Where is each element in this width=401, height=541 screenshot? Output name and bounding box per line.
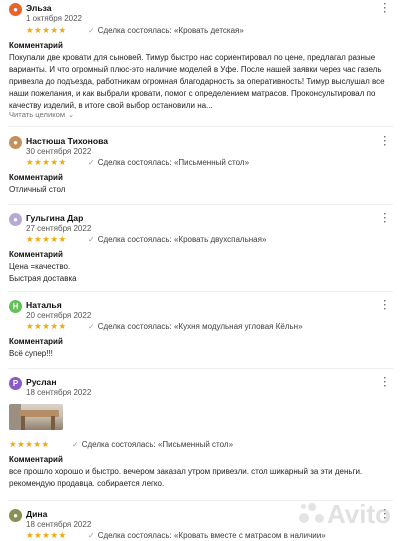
comment-heading: Комментарий <box>9 173 63 182</box>
more-options-icon[interactable]: · · · <box>383 374 387 392</box>
avatar[interactable]: Н <box>9 300 22 313</box>
reviewer-name[interactable]: Руслан <box>26 377 57 387</box>
comment-line: Цена =качество. <box>9 262 71 271</box>
rating-stars: ★★★★★ <box>26 321 67 331</box>
divider <box>8 291 393 292</box>
deal-item: «Кухня модульная угловая Кёльн» <box>173 322 303 331</box>
check-icon: ✓ <box>72 440 79 449</box>
deal-status: ✓ Сделка состоялась: «Письменный стол» <box>88 158 250 167</box>
comment-text: Отличный стол <box>9 185 66 194</box>
divider <box>8 126 393 127</box>
avatar[interactable]: ● <box>9 213 22 226</box>
divider <box>8 368 393 369</box>
rating-stars: ★★★★★ <box>26 157 67 167</box>
review-date: 18 сентября 2022 <box>26 520 92 529</box>
comment-text: все прошло хорошо и быстро. вечером зака… <box>9 467 363 488</box>
deal-item: «Кровать двухспальная» <box>173 235 267 244</box>
deal-item: «Кровать детская» <box>173 26 244 35</box>
comment-heading: Комментарий <box>9 337 63 346</box>
review-date: 18 сентября 2022 <box>26 388 92 397</box>
more-options-icon[interactable]: · · · <box>383 133 387 151</box>
deal-status: ✓ Сделка состоялась: «Письменный стол» <box>72 440 234 449</box>
deal-item: «Письменный стол» <box>173 158 250 167</box>
chevron-down-icon: ⌄ <box>68 112 74 119</box>
deal-item: «Кровать вместе с матрасом в наличии» <box>173 531 326 540</box>
review-date: 1 октября 2022 <box>26 14 82 23</box>
reviewer-name[interactable]: Гульгина Дар <box>26 213 83 223</box>
reviewer-name[interactable]: Настюша Тихонова <box>26 136 108 146</box>
review-photo[interactable] <box>9 404 63 430</box>
rating-stars: ★★★★★ <box>26 25 67 35</box>
rating-stars: ★★★★★ <box>26 530 67 540</box>
read-more-link[interactable]: Читать целиком ⌄ <box>9 110 74 119</box>
deal-status: ✓ Сделка состоялась: «Кровать вместе с ма… <box>88 531 326 540</box>
comment-line: Быстрая доставка <box>9 274 77 283</box>
review-date: 27 сентября 2022 <box>26 224 92 233</box>
reviewer-name[interactable]: Дина <box>26 509 47 519</box>
check-icon: ✓ <box>88 531 95 540</box>
more-options-icon[interactable]: · · · <box>383 0 387 18</box>
deal-status: ✓ Сделка состоялась: «Кухня модульная угл… <box>88 322 303 331</box>
more-options-icon[interactable]: · · · <box>383 297 387 315</box>
comment-text: Всё супер!!! <box>9 349 53 358</box>
comment-heading: Комментарий <box>9 250 63 259</box>
check-icon: ✓ <box>88 26 95 35</box>
check-icon: ✓ <box>88 322 95 331</box>
avatar[interactable]: Р <box>9 377 22 390</box>
avatar[interactable]: ● <box>9 509 22 522</box>
comment-heading: Комментарий <box>9 455 63 464</box>
avatar[interactable]: ● <box>9 136 22 149</box>
reviewer-name[interactable]: Наталья <box>26 300 62 310</box>
rating-stars: ★★★★★ <box>26 234 67 244</box>
rating-stars: ★★★★★ <box>9 439 50 449</box>
review-date: 30 сентября 2022 <box>26 147 92 156</box>
divider <box>8 204 393 205</box>
review-date: 20 сентября 2022 <box>26 311 92 320</box>
comment-heading: Комментарий <box>9 41 63 50</box>
comment-text: Цена =качество. Быстрая доставка <box>9 261 387 285</box>
check-icon: ✓ <box>88 235 95 244</box>
comment-text: Покупали две кровати для сыновей. Тимур … <box>9 53 385 110</box>
reviewer-name[interactable]: Эльза <box>26 3 52 13</box>
avito-logo-icon <box>298 501 325 527</box>
more-options-icon[interactable]: · · · <box>383 210 387 228</box>
deal-status: ✓ Сделка состоялась: «Кровать двухспальна… <box>88 235 267 244</box>
check-icon: ✓ <box>88 158 95 167</box>
avito-watermark: Avito <box>298 499 391 530</box>
deal-item: «Письменный стол» <box>157 440 234 449</box>
deal-status: ✓ Сделка состоялась: «Кровать детская» <box>88 26 244 35</box>
avatar[interactable]: ● <box>9 3 22 16</box>
